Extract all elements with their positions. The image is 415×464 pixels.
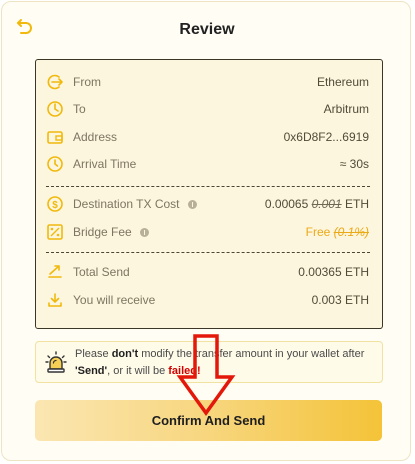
- you-will-receive-label: You will receive: [73, 293, 156, 307]
- to-value: Arbitrum: [323, 102, 369, 116]
- warning-failed: failed!: [168, 365, 201, 377]
- clock-icon: [47, 156, 63, 172]
- address-value: 0x6D8F2...6919: [283, 130, 369, 144]
- row-destination-tx-cost: $ Destination TX Cost 0.00065 0.001 ETH: [36, 194, 382, 214]
- bridge-fee-label: Bridge Fee: [73, 225, 149, 239]
- warning-emph-send: 'Send': [75, 365, 108, 377]
- row-arrival-time: Arrival Time ≈ 30s: [36, 154, 382, 174]
- send-arrow-icon: [48, 265, 62, 278]
- tx-cost-amount: 0.00065: [264, 197, 309, 211]
- warning-text-mid2: , or it will be: [107, 365, 169, 377]
- address-label: Address: [73, 130, 118, 144]
- tx-cost-unit: ETH: [345, 197, 369, 211]
- bridge-fee-text: Bridge Fee: [73, 225, 132, 239]
- divider: [46, 186, 370, 187]
- from-label: From: [73, 75, 101, 89]
- transfer-details-panel: From Ethereum To Arbitrum Address 0x6D8F…: [35, 59, 383, 329]
- destination-tx-cost-value: 0.00065 0.001 ETH: [265, 197, 369, 211]
- bridge-fee-old-amount: (0.1%): [333, 225, 369, 239]
- svg-text:$: $: [52, 200, 58, 211]
- warning-emph-dont: don't: [111, 348, 139, 360]
- download-icon: [48, 293, 62, 307]
- row-from: From Ethereum: [36, 72, 382, 92]
- review-modal: Review From Ethereum To Arbitrum Address: [1, 1, 411, 461]
- divider: [46, 252, 370, 253]
- arrival-time-label: Arrival Time: [73, 157, 137, 171]
- wallet-icon: [47, 131, 63, 144]
- warning-text: Please don't modify the transfer amount …: [75, 346, 375, 380]
- alarm-icon: [45, 351, 67, 373]
- row-bridge-fee: Bridge Fee Free (0.1%): [36, 222, 382, 242]
- row-you-will-receive: You will receive 0.003 ETH: [36, 290, 382, 310]
- total-send-value: 0.00365 ETH: [298, 265, 369, 279]
- row-address: Address 0x6D8F2...6919: [36, 127, 382, 147]
- to-label: To: [73, 102, 86, 116]
- info-icon[interactable]: [139, 227, 149, 237]
- row-to: To Arbitrum: [36, 99, 382, 119]
- info-icon[interactable]: [187, 199, 197, 209]
- confirm-and-send-button[interactable]: Confirm And Send: [35, 400, 382, 441]
- total-send-label: Total Send: [73, 265, 130, 279]
- page-title: Review: [179, 21, 235, 38]
- you-will-receive-value: 0.003 ETH: [311, 293, 369, 307]
- warning-banner: Please don't modify the transfer amount …: [35, 341, 383, 383]
- warning-text-mid: modify the transfer amount in your walle…: [138, 348, 365, 360]
- power-icon: [47, 101, 63, 117]
- bridge-fee-amount: Free: [305, 225, 331, 239]
- warning-text-pre: Please: [75, 348, 112, 360]
- percent-icon: [47, 224, 63, 240]
- from-value: Ethereum: [316, 75, 369, 89]
- dollar-icon: $: [47, 196, 63, 212]
- destination-tx-cost-label: Destination TX Cost: [73, 197, 197, 211]
- from-arrow-icon: [47, 74, 63, 90]
- bridge-fee-value: Free (0.1%): [306, 225, 369, 239]
- row-total-send: Total Send 0.00365 ETH: [36, 262, 382, 282]
- destination-tx-cost-text: Destination TX Cost: [73, 197, 180, 211]
- arrival-time-value: ≈ 30s: [339, 157, 369, 171]
- tx-cost-old-amount: 0.001: [311, 197, 342, 211]
